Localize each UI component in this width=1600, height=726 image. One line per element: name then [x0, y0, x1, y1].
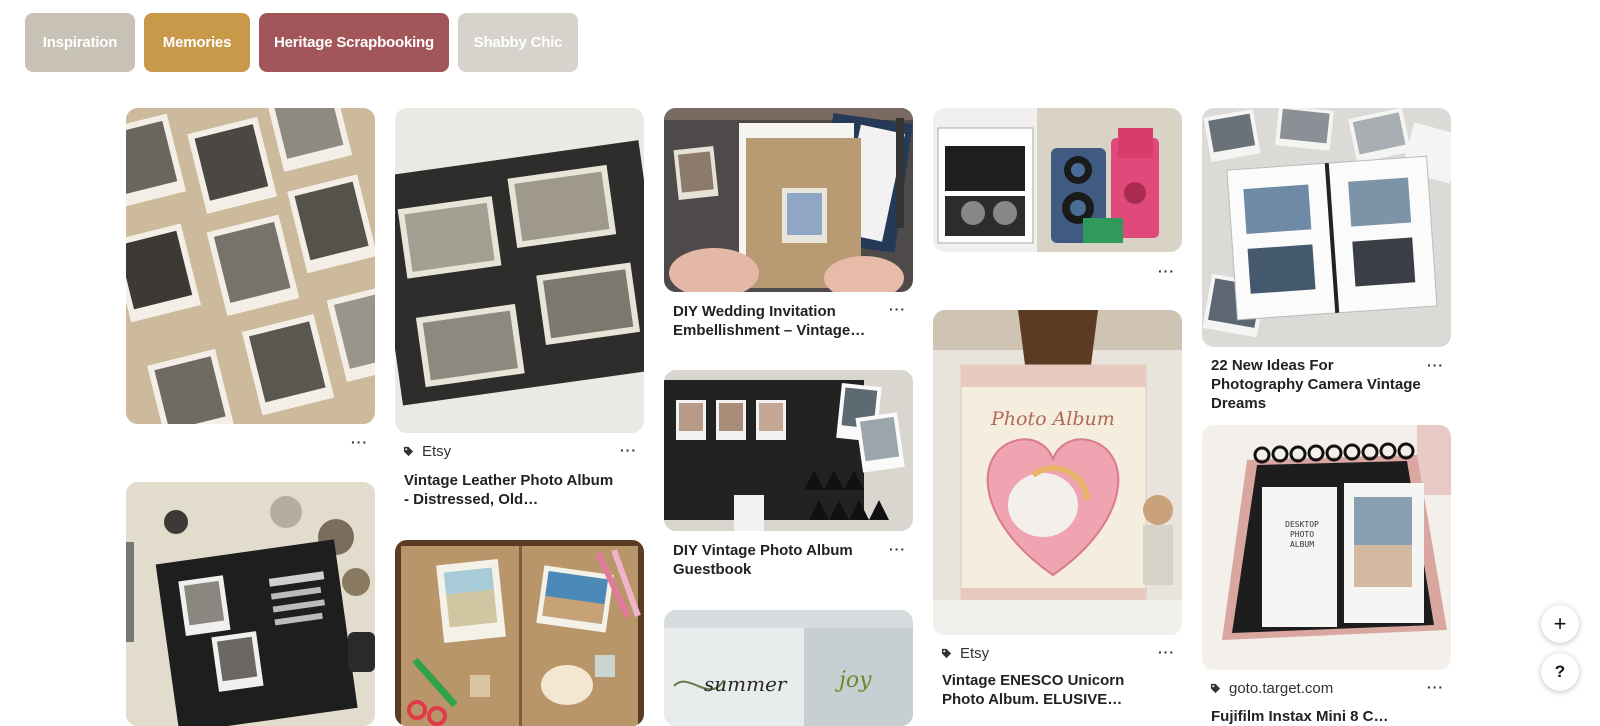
- add-button[interactable]: +: [1541, 605, 1579, 643]
- pin-title[interactable]: 22 New Ideas For Photography Camera Vint…: [1211, 356, 1421, 413]
- pin-title[interactable]: Fujifilm Instax Mini 8 C…: [1211, 707, 1421, 726]
- pin-title[interactable]: Vintage Leather Photo Album - Distressed…: [404, 471, 614, 509]
- tag-icon: [403, 446, 414, 457]
- pin-image[interactable]: DESKTOP PHOTO ALBUM: [1202, 425, 1451, 670]
- more-options-icon[interactable]: ···: [889, 542, 906, 556]
- pin-card: [395, 540, 644, 726]
- pin-source[interactable]: Etsy: [422, 443, 451, 460]
- image-text-photo-album: Photo Album: [991, 408, 1115, 430]
- pin-image[interactable]: [1202, 108, 1451, 347]
- more-options-icon[interactable]: ···: [351, 435, 368, 449]
- pin-title[interactable]: DIY Vintage Photo Album Guestbook: [673, 541, 883, 579]
- more-options-icon[interactable]: ···: [1158, 264, 1175, 278]
- chip-heritage-scrapbooking[interactable]: Heritage Scrapbooking: [259, 13, 449, 72]
- pin-image[interactable]: [933, 108, 1182, 252]
- more-options-icon[interactable]: ···: [889, 302, 906, 316]
- image-text-joy: joy: [839, 668, 872, 693]
- image-text-summer: summer: [704, 672, 787, 696]
- more-options-icon[interactable]: ···: [1427, 680, 1444, 694]
- pin-image[interactable]: summer joy: [664, 610, 913, 726]
- tag-icon: [941, 648, 952, 659]
- pin-image[interactable]: [664, 108, 913, 292]
- pin-card: ··· 22 New Ideas For Photography Camera …: [1202, 108, 1451, 425]
- pin-source[interactable]: goto.target.com: [1229, 680, 1333, 697]
- category-chips: Inspiration Memories Heritage Scrapbooki…: [25, 13, 578, 72]
- pin-card: ···: [933, 108, 1182, 310]
- pin-card: DESKTOP PHOTO ALBUM goto.target.com ··· …: [1202, 425, 1451, 726]
- help-button[interactable]: ?: [1541, 653, 1579, 691]
- tag-icon: [1210, 683, 1221, 694]
- pin-card: ··· DIY Vintage Photo Album Guestbook: [664, 370, 913, 611]
- chip-inspiration[interactable]: Inspiration: [25, 13, 135, 72]
- pin-image[interactable]: [395, 108, 644, 433]
- pin-image[interactable]: [126, 108, 375, 424]
- pin-image[interactable]: Photo Album: [933, 310, 1182, 635]
- pin-title[interactable]: DIY Wedding Invitation Embellishment – V…: [673, 302, 883, 340]
- more-options-icon[interactable]: ···: [1427, 358, 1444, 372]
- pin-source[interactable]: Etsy: [960, 645, 989, 662]
- pin-image[interactable]: [395, 540, 644, 726]
- more-options-icon[interactable]: ···: [620, 443, 637, 457]
- pin-image[interactable]: [126, 482, 375, 726]
- pin-card: Photo Album Etsy ··· Vintage ENESCO Unic…: [933, 310, 1182, 717]
- pin-card: [126, 482, 375, 726]
- pin-card: ··· DIY Wedding Invitation Embellishment…: [664, 108, 913, 370]
- pin-title[interactable]: Vintage ENESCO Unicorn Photo Album. ELUS…: [942, 671, 1152, 709]
- more-options-icon[interactable]: ···: [1158, 645, 1175, 659]
- chip-memories[interactable]: Memories: [144, 13, 250, 72]
- chip-shabby-chic[interactable]: Shabby Chic: [458, 13, 578, 72]
- pin-image[interactable]: [664, 370, 913, 531]
- pin-card: summer joy: [664, 610, 913, 726]
- image-text-desktop-album: DESKTOP PHOTO ALBUM: [1285, 520, 1319, 549]
- pin-card: Etsy ··· Vintage Leather Photo Album - D…: [395, 108, 644, 533]
- pin-card: ···: [126, 108, 375, 464]
